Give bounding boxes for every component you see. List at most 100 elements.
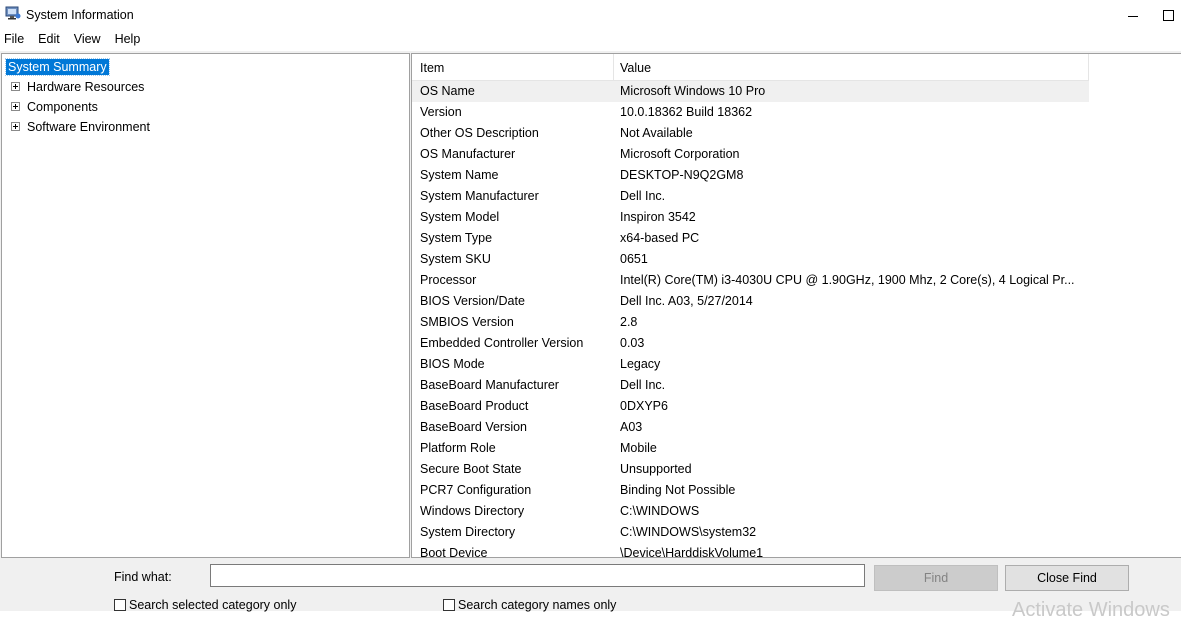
cell-item: SMBIOS Version: [420, 315, 514, 329]
table-row[interactable]: Windows Directory C:\WINDOWS: [412, 501, 1181, 522]
cell-item: System Directory: [420, 525, 516, 539]
cell-value: Microsoft Windows 10 Pro: [620, 84, 766, 98]
cell-item: BaseBoard Manufacturer: [420, 378, 559, 392]
cell-value: Dell Inc.: [620, 189, 666, 203]
cell-value: A03: [620, 420, 643, 434]
cell-item: Platform Role: [420, 441, 496, 455]
cell-item: BIOS Version/Date: [420, 294, 525, 308]
table-row[interactable]: System SKU 0651: [412, 249, 1181, 270]
cell-item: System Name: [420, 168, 499, 182]
column-header-item[interactable]: Item: [420, 54, 444, 80]
tree-item-system-summary[interactable]: System Summary: [5, 57, 110, 76]
table-row[interactable]: System Name DESKTOP-N9Q2GM8: [412, 165, 1181, 186]
find-what-input[interactable]: [210, 564, 865, 587]
find-what-label: Find what:: [114, 570, 172, 584]
tree-item-components[interactable]: Components: [2, 97, 100, 116]
table-row[interactable]: OS Manufacturer Microsoft Corporation: [412, 144, 1181, 165]
column-header-value[interactable]: Value: [620, 54, 651, 80]
menu-view[interactable]: View: [70, 30, 107, 50]
cell-value: C:\WINDOWS\system32: [620, 525, 757, 539]
menu-file[interactable]: File: [0, 30, 30, 50]
cell-value: Inspiron 3542: [620, 210, 696, 224]
cell-item: Embedded Controller Version: [420, 336, 584, 350]
close-find-button[interactable]: Close Find: [1005, 565, 1129, 591]
table-row[interactable]: System Type x64-based PC: [412, 228, 1181, 249]
table-row[interactable]: System Model Inspiron 3542: [412, 207, 1181, 228]
category-tree[interactable]: System Summary Hardware Resources Compon…: [1, 53, 410, 558]
checkbox-icon[interactable]: [114, 599, 126, 611]
tree-item-label: Components: [27, 99, 98, 114]
cell-value: 10.0.18362 Build 18362: [620, 105, 753, 119]
tree-item-software-environment[interactable]: Software Environment: [2, 117, 152, 136]
minimize-button[interactable]: [1110, 0, 1156, 30]
table-row[interactable]: BaseBoard Product 0DXYP6: [412, 396, 1181, 417]
cell-value: Unsupported: [620, 462, 692, 476]
cell-item: OS Manufacturer: [420, 147, 516, 161]
cell-item: Other OS Description: [420, 126, 539, 140]
search-selected-category-checkbox[interactable]: Search selected category only: [114, 598, 296, 612]
cell-item: Boot Device: [420, 546, 488, 558]
cell-item: Processor: [420, 273, 477, 287]
table-row[interactable]: Embedded Controller Version 0.03: [412, 333, 1181, 354]
tree-item-label: Hardware Resources: [27, 79, 145, 94]
menu-edit[interactable]: Edit: [34, 30, 66, 50]
tree-item-hardware-resources[interactable]: Hardware Resources: [2, 77, 146, 96]
table-row[interactable]: System Directory C:\WINDOWS\system32: [412, 522, 1181, 543]
table-row[interactable]: BIOS Mode Legacy: [412, 354, 1181, 375]
cell-value: Legacy: [620, 357, 661, 371]
table-row[interactable]: BIOS Version/Date Dell Inc. A03, 5/27/201…: [412, 291, 1181, 312]
cell-value: Mobile: [620, 441, 657, 455]
expand-icon[interactable]: [11, 82, 20, 91]
search-category-names-checkbox[interactable]: Search category names only: [443, 598, 616, 612]
expand-icon[interactable]: [11, 102, 20, 111]
expand-icon[interactable]: [11, 122, 20, 131]
window-title: System Information: [26, 8, 134, 22]
checkbox-icon[interactable]: [443, 599, 455, 611]
cell-value: 0.03: [620, 336, 645, 350]
cell-item: BaseBoard Version: [420, 420, 528, 434]
menu-help[interactable]: Help: [111, 30, 147, 50]
cell-item: PCR7 Configuration: [420, 483, 532, 497]
cell-value: Dell Inc. A03, 5/27/2014: [620, 294, 753, 308]
table-row[interactable]: Version 10.0.18362 Build 18362: [412, 102, 1181, 123]
table-row[interactable]: Boot Device \Device\HarddiskVolume1: [412, 543, 1181, 558]
minimize-icon: [1128, 15, 1138, 17]
list-rows: OS Name Microsoft Windows 10 Pro Version 10…: [412, 81, 1181, 558]
cell-value: Not Available: [620, 126, 693, 140]
column-divider[interactable]: [613, 54, 614, 80]
cell-value: 0DXYP6: [620, 399, 668, 413]
cell-value: 2.8: [620, 315, 638, 329]
cell-value: Microsoft Corporation: [620, 147, 740, 161]
checkbox-label: Search selected category only: [129, 598, 297, 612]
table-row[interactable]: BaseBoard Manufacturer Dell Inc.: [412, 375, 1181, 396]
table-row[interactable]: Secure Boot State Unsupported: [412, 459, 1181, 480]
table-row[interactable]: BaseBoard Version A03: [412, 417, 1181, 438]
table-row[interactable]: PCR7 Configuration Binding Not Possible: [412, 480, 1181, 501]
cell-item: System Manufacturer: [420, 189, 539, 203]
find-button[interactable]: Find: [874, 565, 998, 591]
table-row[interactable]: Platform Role Mobile: [412, 438, 1181, 459]
checkbox-label: Search category names only: [458, 598, 617, 612]
cell-item: System SKU: [420, 252, 491, 266]
table-row[interactable]: OS Name Microsoft Windows 10 Pro: [412, 81, 1089, 102]
title-bar: System Information: [0, 0, 1181, 30]
cell-item: System Model: [420, 210, 500, 224]
table-row[interactable]: SMBIOS Version 2.8: [412, 312, 1181, 333]
cell-value: x64-based PC: [620, 231, 700, 245]
cell-item: Version: [420, 105, 462, 119]
tree-item-label: Software Environment: [27, 119, 150, 134]
list-header: Item Value: [412, 54, 1089, 81]
cell-item: BIOS Mode: [420, 357, 485, 371]
menu-bar: File Edit View Help: [0, 30, 1181, 50]
table-row[interactable]: Processor Intel(R) Core(TM) i3-4030U CPU …: [412, 270, 1181, 291]
cell-item: Windows Directory: [420, 504, 525, 518]
table-row[interactable]: System Manufacturer Dell Inc.: [412, 186, 1181, 207]
cell-value: Binding Not Possible: [620, 483, 736, 497]
cell-item: OS Name: [420, 84, 475, 98]
table-row[interactable]: Other OS Description Not Available: [412, 123, 1181, 144]
details-list[interactable]: Item Value OS Name Microsoft Windows 10 P…: [411, 53, 1181, 558]
maximize-button[interactable]: [1156, 0, 1181, 30]
cell-value: DESKTOP-N9Q2GM8: [620, 168, 744, 182]
column-divider[interactable]: [1088, 54, 1089, 80]
cell-item: Secure Boot State: [420, 462, 522, 476]
